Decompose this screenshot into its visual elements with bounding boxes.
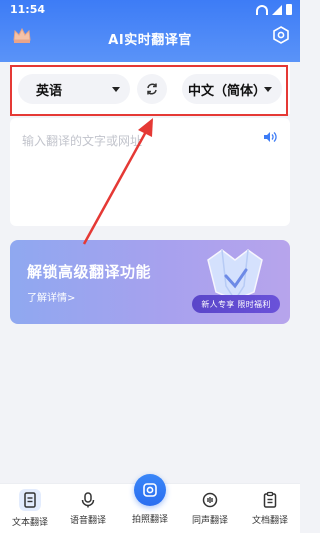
signal-icon bbox=[272, 4, 282, 15]
tab-label: 文本翻译 bbox=[11, 518, 48, 528]
file-doc-icon bbox=[263, 491, 277, 508]
page-title: AI实时翻译官 bbox=[108, 33, 192, 48]
document-text-icon bbox=[24, 492, 36, 508]
target-language-dropdown[interactable]: 中文（简体） bbox=[182, 74, 282, 104]
app-header: 11:54 AI实时翻译官 bbox=[0, 0, 300, 62]
premium-promo-banner[interactable]: 解锁高级翻译功能 了解详情> 新人专享 限时福利 bbox=[10, 240, 290, 324]
swap-languages-button[interactable] bbox=[137, 74, 167, 104]
speaker-icon[interactable] bbox=[262, 129, 278, 145]
chevron-down-icon bbox=[112, 86, 120, 92]
source-language-label: 英语 bbox=[36, 83, 63, 99]
promo-details-link[interactable]: 了解详情> bbox=[27, 289, 75, 304]
tab-photo-translate[interactable] bbox=[134, 474, 166, 506]
swap-icon bbox=[147, 83, 157, 95]
status-bar: 11:54 bbox=[0, 0, 300, 20]
tab-document-translate[interactable]: 文档翻译 bbox=[242, 484, 298, 533]
tab-text-translate[interactable]: 文本翻译 bbox=[2, 484, 58, 533]
tab-simultaneous-translate[interactable]: 同声翻译 bbox=[182, 484, 238, 533]
status-icons bbox=[256, 4, 292, 15]
tab-label: 文档翻译 bbox=[251, 516, 288, 526]
input-placeholder: 输入翻译的文字或网址 bbox=[22, 134, 143, 148]
promo-badge: 新人专享 限时福利 bbox=[192, 295, 280, 313]
tab-label: 语音翻译 bbox=[69, 516, 106, 526]
chevron-down-icon bbox=[264, 86, 272, 92]
wifi-icon bbox=[256, 4, 268, 15]
tab-voice-translate[interactable]: 语音翻译 bbox=[60, 484, 116, 533]
simultaneous-icon bbox=[202, 492, 218, 508]
tab-label: 拍照翻译 bbox=[131, 515, 168, 525]
battery-icon bbox=[286, 4, 292, 15]
settings-icon[interactable] bbox=[272, 26, 290, 44]
tab-label: 同声翻译 bbox=[191, 516, 228, 526]
promo-title: 解锁高级翻译功能 bbox=[27, 263, 152, 281]
language-selector: 英语 中文（简体） bbox=[10, 62, 290, 114]
microphone-icon bbox=[81, 492, 95, 508]
text-input-area[interactable]: 输入翻译的文字或网址 bbox=[10, 118, 290, 226]
target-language-label: 中文（简体） bbox=[188, 83, 267, 99]
status-time: 11:54 bbox=[10, 3, 46, 16]
camera-icon bbox=[143, 483, 157, 497]
title-row: AI实时翻译官 bbox=[0, 24, 300, 50]
source-language-dropdown[interactable]: 英语 bbox=[18, 74, 130, 104]
